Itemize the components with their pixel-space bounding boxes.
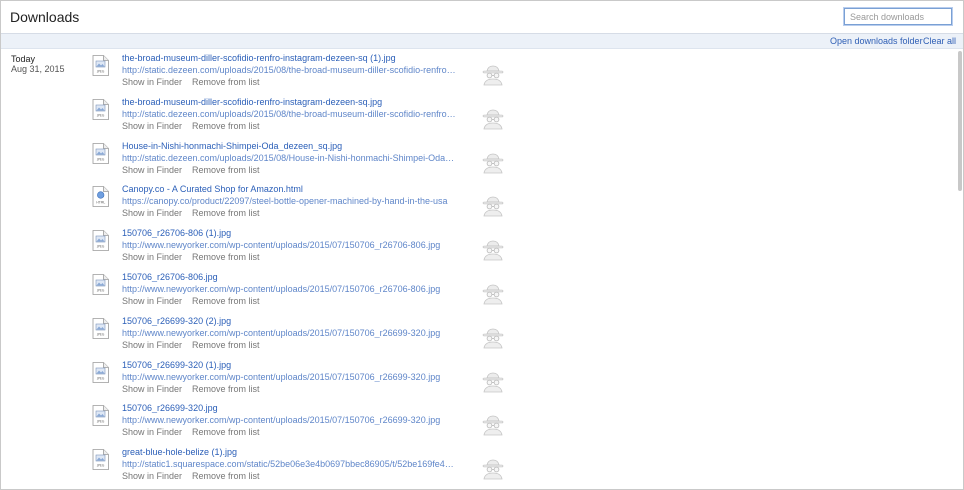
- toolbar: Open downloads folder Clear all: [1, 34, 963, 49]
- download-item: JPEG 150706_r26706-806.jpg http://www.ne…: [1, 271, 963, 315]
- svg-text:HTML: HTML: [96, 201, 105, 205]
- file-icon[interactable]: JPEG: [92, 142, 109, 164]
- svg-text:JPEG: JPEG: [96, 288, 105, 292]
- incognito-icon: [482, 372, 504, 392]
- svg-text:JPEG: JPEG: [96, 332, 105, 336]
- download-file-name[interactable]: the-broad-museum-diller-scofidio-renfro-…: [122, 53, 396, 63]
- download-file-name[interactable]: 150706_r26706-806 (1).jpg: [122, 228, 231, 238]
- download-source-url[interactable]: http://www.newyorker.com/wp-content/uplo…: [122, 415, 440, 425]
- remove-from-list-link[interactable]: Remove from list: [192, 208, 260, 218]
- remove-from-list-link[interactable]: Remove from list: [192, 296, 260, 306]
- incognito-icon: [482, 240, 504, 261]
- download-item: HTML Canopy.co - A Curated Shop for Amaz…: [1, 183, 963, 227]
- remove-from-list-link[interactable]: Remove from list: [192, 121, 260, 131]
- show-in-finder-link[interactable]: Show in Finder: [122, 340, 182, 350]
- file-icon[interactable]: HTML: [92, 186, 109, 208]
- download-source-url[interactable]: http://static.dezeen.com/uploads/2015/08…: [122, 153, 457, 163]
- show-in-finder-link[interactable]: Show in Finder: [122, 121, 182, 131]
- download-item: JPEG great-blue-hole-belize (1).jpg http…: [1, 446, 963, 489]
- download-file-name[interactable]: House-in-Nishi-honmachi-Shimpei-Oda_deze…: [122, 141, 342, 151]
- file-icon[interactable]: JPEG: [92, 449, 109, 471]
- incognito-icon: [482, 153, 504, 173]
- download-item: JPEG 150706_r26699-320.jpg http://www.ne…: [1, 402, 963, 446]
- header: Downloads: [1, 1, 963, 34]
- file-icon[interactable]: JPEG: [92, 405, 109, 427]
- show-in-finder-link[interactable]: Show in Finder: [122, 77, 182, 87]
- incognito-icon: [482, 109, 504, 130]
- show-in-finder-link[interactable]: Show in Finder: [122, 252, 182, 262]
- download-item: JPEG 150706_r26706-806 (1).jpg http://ww…: [1, 227, 963, 271]
- file-icon[interactable]: JPEG: [92, 55, 109, 76]
- remove-from-list-link[interactable]: Remove from list: [192, 427, 260, 437]
- file-icon[interactable]: JPEG: [92, 361, 109, 383]
- remove-from-list-link[interactable]: Remove from list: [192, 165, 260, 175]
- download-file-name[interactable]: 150706_r26699-320 (2).jpg: [122, 316, 231, 326]
- incognito-icon: [482, 415, 504, 436]
- incognito-icon: [482, 328, 504, 349]
- svg-text:JPEG: JPEG: [96, 464, 105, 468]
- svg-text:JPEG: JPEG: [96, 376, 105, 380]
- svg-text:JPEG: JPEG: [96, 245, 105, 249]
- svg-text:JPEG: JPEG: [96, 420, 105, 424]
- show-in-finder-link[interactable]: Show in Finder: [122, 471, 182, 481]
- search-input[interactable]: [844, 8, 952, 25]
- show-in-finder-link[interactable]: Show in Finder: [122, 208, 182, 218]
- page-title: Downloads: [10, 9, 80, 25]
- svg-text:JPEG: JPEG: [96, 113, 105, 117]
- remove-from-list-link[interactable]: Remove from list: [192, 252, 260, 262]
- remove-from-list-link[interactable]: Remove from list: [192, 340, 260, 350]
- download-source-url[interactable]: https://canopy.co/product/22097/steel-bo…: [122, 196, 448, 206]
- show-in-finder-link[interactable]: Show in Finder: [122, 296, 182, 306]
- download-list: JPEG the-broad-museum-diller-scofidio-re…: [1, 52, 963, 489]
- incognito-icon: [482, 284, 504, 305]
- clear-all-link[interactable]: Clear all: [923, 36, 956, 46]
- svg-text:JPEG: JPEG: [96, 157, 105, 161]
- file-icon[interactable]: JPEG: [92, 274, 109, 295]
- download-source-url[interactable]: http://www.newyorker.com/wp-content/uplo…: [122, 328, 440, 338]
- show-in-finder-link[interactable]: Show in Finder: [122, 384, 182, 394]
- show-in-finder-link[interactable]: Show in Finder: [122, 165, 182, 175]
- download-item: JPEG House-in-Nishi-honmachi-Shimpei-Oda…: [1, 140, 963, 184]
- remove-from-list-link[interactable]: Remove from list: [192, 77, 260, 87]
- download-file-name[interactable]: Canopy.co - A Curated Shop for Amazon.ht…: [122, 184, 303, 194]
- download-item: JPEG the-broad-museum-diller-scofidio-re…: [1, 52, 963, 96]
- download-source-url[interactable]: http://www.newyorker.com/wp-content/uplo…: [122, 372, 440, 382]
- download-source-url[interactable]: http://static1.squarespace.com/static/52…: [122, 459, 457, 469]
- file-icon[interactable]: JPEG: [92, 98, 109, 120]
- remove-from-list-link[interactable]: Remove from list: [192, 471, 260, 481]
- download-item: JPEG 150706_r26699-320 (2).jpg http://ww…: [1, 315, 963, 359]
- download-source-url[interactable]: http://static.dezeen.com/uploads/2015/08…: [122, 109, 457, 119]
- open-downloads-folder-link[interactable]: Open downloads folder: [830, 36, 923, 46]
- svg-text:JPEG: JPEG: [96, 70, 105, 74]
- downloads-window: Downloads Open downloads folder Clear al…: [0, 0, 964, 490]
- incognito-icon: [482, 459, 504, 480]
- download-file-name[interactable]: 150706_r26706-806.jpg: [122, 272, 218, 282]
- remove-from-list-link[interactable]: Remove from list: [192, 384, 260, 394]
- show-in-finder-link[interactable]: Show in Finder: [122, 427, 182, 437]
- file-icon[interactable]: JPEG: [92, 317, 109, 339]
- download-file-name[interactable]: great-blue-hole-belize (1).jpg: [122, 447, 237, 457]
- download-file-name[interactable]: 150706_r26699-320 (1).jpg: [122, 360, 231, 370]
- download-item: JPEG the-broad-museum-diller-scofidio-re…: [1, 96, 963, 140]
- incognito-icon: [482, 65, 504, 86]
- download-file-name[interactable]: 150706_r26699-320.jpg: [122, 403, 218, 413]
- scrollbar-thumb[interactable]: [958, 51, 962, 191]
- download-file-name[interactable]: the-broad-museum-diller-scofidio-renfro-…: [122, 97, 382, 107]
- file-icon[interactable]: JPEG: [92, 230, 109, 252]
- download-source-url[interactable]: http://www.newyorker.com/wp-content/uplo…: [122, 284, 440, 294]
- download-source-url[interactable]: http://static.dezeen.com/uploads/2015/08…: [122, 65, 457, 75]
- download-source-url[interactable]: http://www.newyorker.com/wp-content/uplo…: [122, 240, 440, 250]
- incognito-icon: [482, 196, 504, 217]
- download-item: JPEG 150706_r26699-320 (1).jpg http://ww…: [1, 359, 963, 403]
